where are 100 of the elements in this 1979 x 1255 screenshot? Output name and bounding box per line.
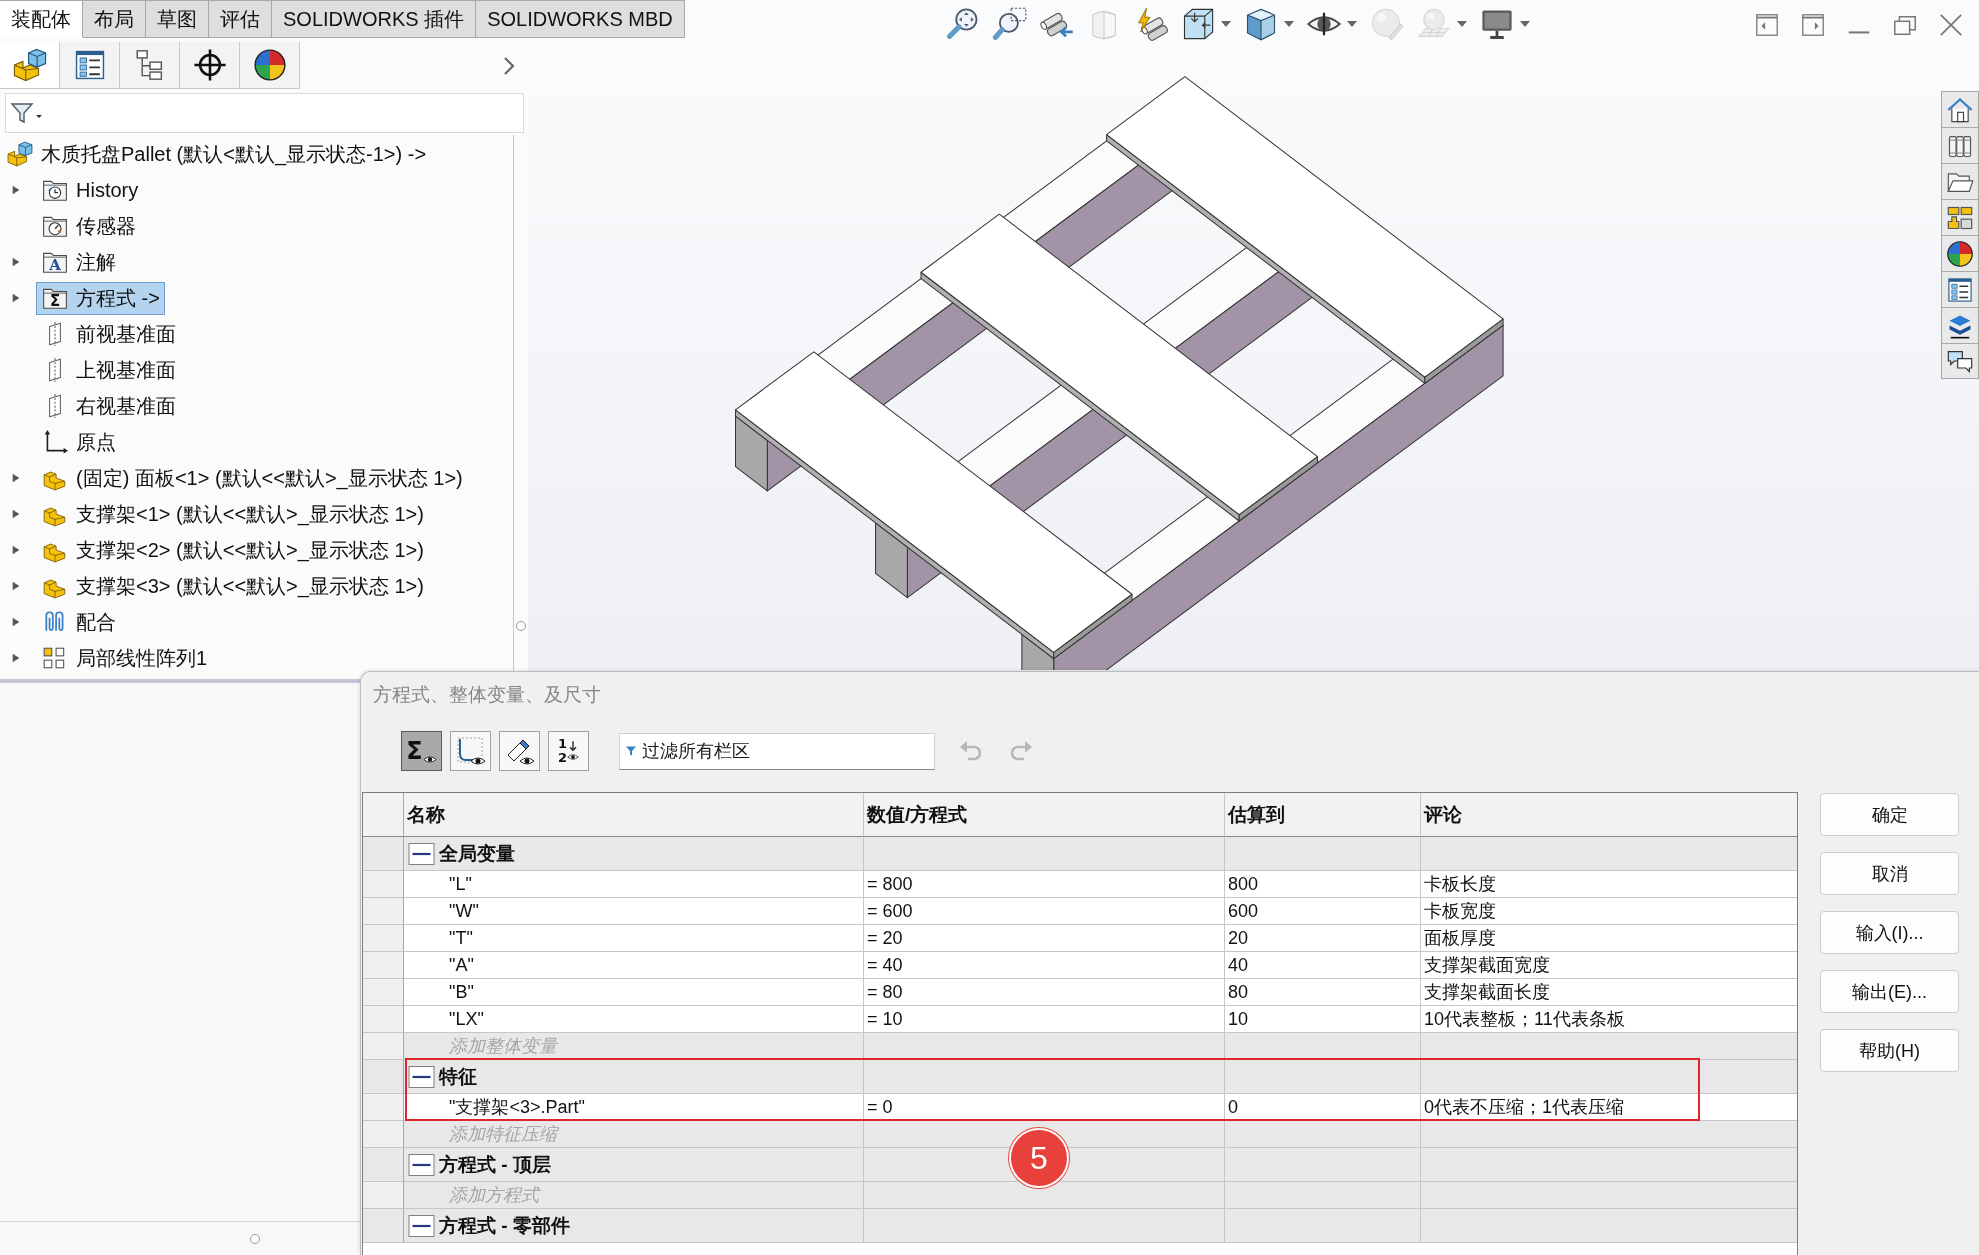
row-header-cell[interactable] <box>363 925 404 952</box>
row-header-cell[interactable] <box>363 979 404 1006</box>
row-header-cell[interactable] <box>363 837 404 871</box>
minus-box-icon[interactable] <box>408 1065 435 1088</box>
tree-item[interactable]: A 注解 <box>36 245 121 279</box>
expand-arrow-icon[interactable] <box>11 544 21 556</box>
tree-item[interactable]: (固定) 面板<1> (默认<<默认>_显示状态 1>) <box>36 461 468 495</box>
row-header-cell[interactable] <box>363 1209 404 1243</box>
expand-arrow-icon[interactable] <box>11 256 21 268</box>
dialog-button[interactable]: 帮助(H) <box>1820 1029 1959 1072</box>
filter-field[interactable]: 过滤所有栏区 <box>619 732 935 770</box>
panel-tab[interactable] <box>180 42 240 89</box>
expand-arrow-icon[interactable] <box>11 652 21 664</box>
panel-tab[interactable] <box>240 42 300 89</box>
dialog-button[interactable]: 输出(E)... <box>1820 970 1959 1013</box>
minus-box-icon[interactable] <box>408 842 435 865</box>
panel-tab[interactable] <box>120 42 180 89</box>
tree-item[interactable]: 支撑架<1> (默认<<默认>_显示状态 1>) <box>36 497 429 531</box>
expand-arrow-icon[interactable] <box>11 616 21 628</box>
expand-arrow-icon[interactable] <box>11 184 21 196</box>
add-row-field[interactable]: 添加特征压缩 <box>363 1121 1797 1148</box>
row-header-cell[interactable] <box>363 898 404 925</box>
dialog-button[interactable]: 取消 <box>1820 852 1959 895</box>
task-pane-tab[interactable] <box>1941 163 1979 199</box>
task-pane-tab[interactable] <box>1941 307 1979 343</box>
pane-right-icon[interactable] <box>1800 12 1826 38</box>
scroll-thumb[interactable] <box>516 621 526 631</box>
table-cell: "W" <box>404 898 864 925</box>
crosshair-icon <box>192 48 227 82</box>
filter-field[interactable] <box>5 93 524 133</box>
tree-item[interactable]: 配合 <box>36 605 121 639</box>
dialog-button[interactable]: 确定 <box>1820 793 1959 836</box>
add-row-field[interactable]: 添加整体变量 <box>363 1033 1797 1060</box>
tree-item[interactable]: Σ 方程式 -> <box>36 281 165 315</box>
zoom-area-icon[interactable] <box>992 6 1028 42</box>
expand-arrow-icon[interactable] <box>11 580 21 592</box>
table-cell: = 20 <box>864 925 1225 952</box>
ribbon-tab[interactable]: SOLIDWORKS MBD <box>476 0 685 38</box>
funnel-icon[interactable] <box>10 101 44 125</box>
tree-item[interactable]: 原点 <box>36 425 121 459</box>
eye-icon <box>422 755 437 764</box>
task-pane-tab[interactable] <box>1941 199 1979 235</box>
caret-icon[interactable] <box>1346 20 1358 28</box>
tree-item[interactable]: 木质托盘Pallet (默认<默认_显示状态-1>) -> <box>1 137 432 171</box>
caret-icon[interactable] <box>1220 20 1232 28</box>
row-header-cell[interactable] <box>363 1148 404 1182</box>
tree-item[interactable]: 上视基准面 <box>36 353 181 387</box>
chevron-right-icon[interactable] <box>503 55 515 76</box>
table-cell: 卡板长度 <box>1421 871 1797 898</box>
minus-box-icon[interactable] <box>408 1153 435 1176</box>
minus-box-icon[interactable] <box>408 1214 435 1237</box>
tree-item[interactable]: 支撑架<2> (默认<<默认>_显示状态 1>) <box>36 533 429 567</box>
view-mode-button[interactable] <box>450 731 491 771</box>
dialog-button[interactable]: 输入(I)... <box>1820 911 1959 954</box>
panel-tab[interactable] <box>60 42 120 89</box>
task-pane-tab[interactable] <box>1941 127 1979 163</box>
tree-item[interactable]: 右视基准面 <box>36 389 181 423</box>
add-row-input[interactable]: 添加整体变量 <box>449 1035 829 1057</box>
view-mode-button[interactable]: 1 2 <box>548 731 589 771</box>
tree-item[interactable]: History <box>36 174 144 206</box>
task-pane-tab[interactable] <box>1941 271 1979 307</box>
task-pane-tab[interactable] <box>1941 91 1979 127</box>
caret-icon[interactable] <box>1519 20 1531 28</box>
row-header-cell[interactable] <box>363 1060 404 1094</box>
ribbon-tab[interactable]: 草图 <box>146 0 209 38</box>
table-cell: = 80 <box>864 979 1225 1006</box>
assembly-icon <box>12 48 47 82</box>
scroll-thumb[interactable] <box>250 1233 260 1244</box>
pane-left-icon[interactable] <box>1754 12 1780 38</box>
add-row-input[interactable]: 添加特征压缩 <box>449 1123 829 1145</box>
view-mode-button[interactable]: Σ <box>401 731 442 771</box>
row-header-cell[interactable] <box>363 952 404 979</box>
row-header-cell[interactable] <box>363 1094 404 1121</box>
row-header-cell[interactable] <box>363 871 404 898</box>
ribbon-tab[interactable]: 评估 <box>209 0 272 38</box>
task-pane-tab[interactable] <box>1941 235 1979 271</box>
tree-item[interactable]: 前视基准面 <box>36 317 181 351</box>
tree-item[interactable]: 传感器 <box>36 209 141 243</box>
ribbon-tab[interactable]: 布局 <box>83 0 146 38</box>
table-cell: "T" <box>404 925 864 952</box>
panel-tab[interactable] <box>0 42 60 89</box>
table-cell: 支撑架截面宽度 <box>1421 952 1797 979</box>
view-mode-button[interactable] <box>499 731 540 771</box>
expand-arrow-icon[interactable] <box>11 508 21 520</box>
close-icon[interactable] <box>1938 12 1964 38</box>
ribbon-tab[interactable]: SOLIDWORKS 插件 <box>272 0 477 38</box>
ribbon-tab[interactable]: 装配体 <box>0 0 83 38</box>
column-header: 数值/方程式 <box>864 793 1225 837</box>
assembly-icon <box>6 141 34 167</box>
row-header-cell[interactable] <box>363 1006 404 1033</box>
expand-arrow-icon[interactable] <box>11 472 21 484</box>
caret-icon[interactable] <box>1283 20 1295 28</box>
expand-arrow-icon[interactable] <box>11 292 21 304</box>
add-row-field[interactable]: 添加方程式 <box>363 1182 1797 1209</box>
tree-item[interactable]: 局部线性阵列1 <box>36 641 213 675</box>
tree-item[interactable]: 支撑架<3> (默认<<默认>_显示状态 1>) <box>36 569 429 603</box>
add-row-input[interactable]: 添加方程式 <box>449 1184 829 1206</box>
task-pane-tab[interactable] <box>1941 343 1979 379</box>
filter-input[interactable]: 过滤所有栏区 <box>642 740 922 762</box>
table-cell: 40 <box>1225 952 1421 979</box>
